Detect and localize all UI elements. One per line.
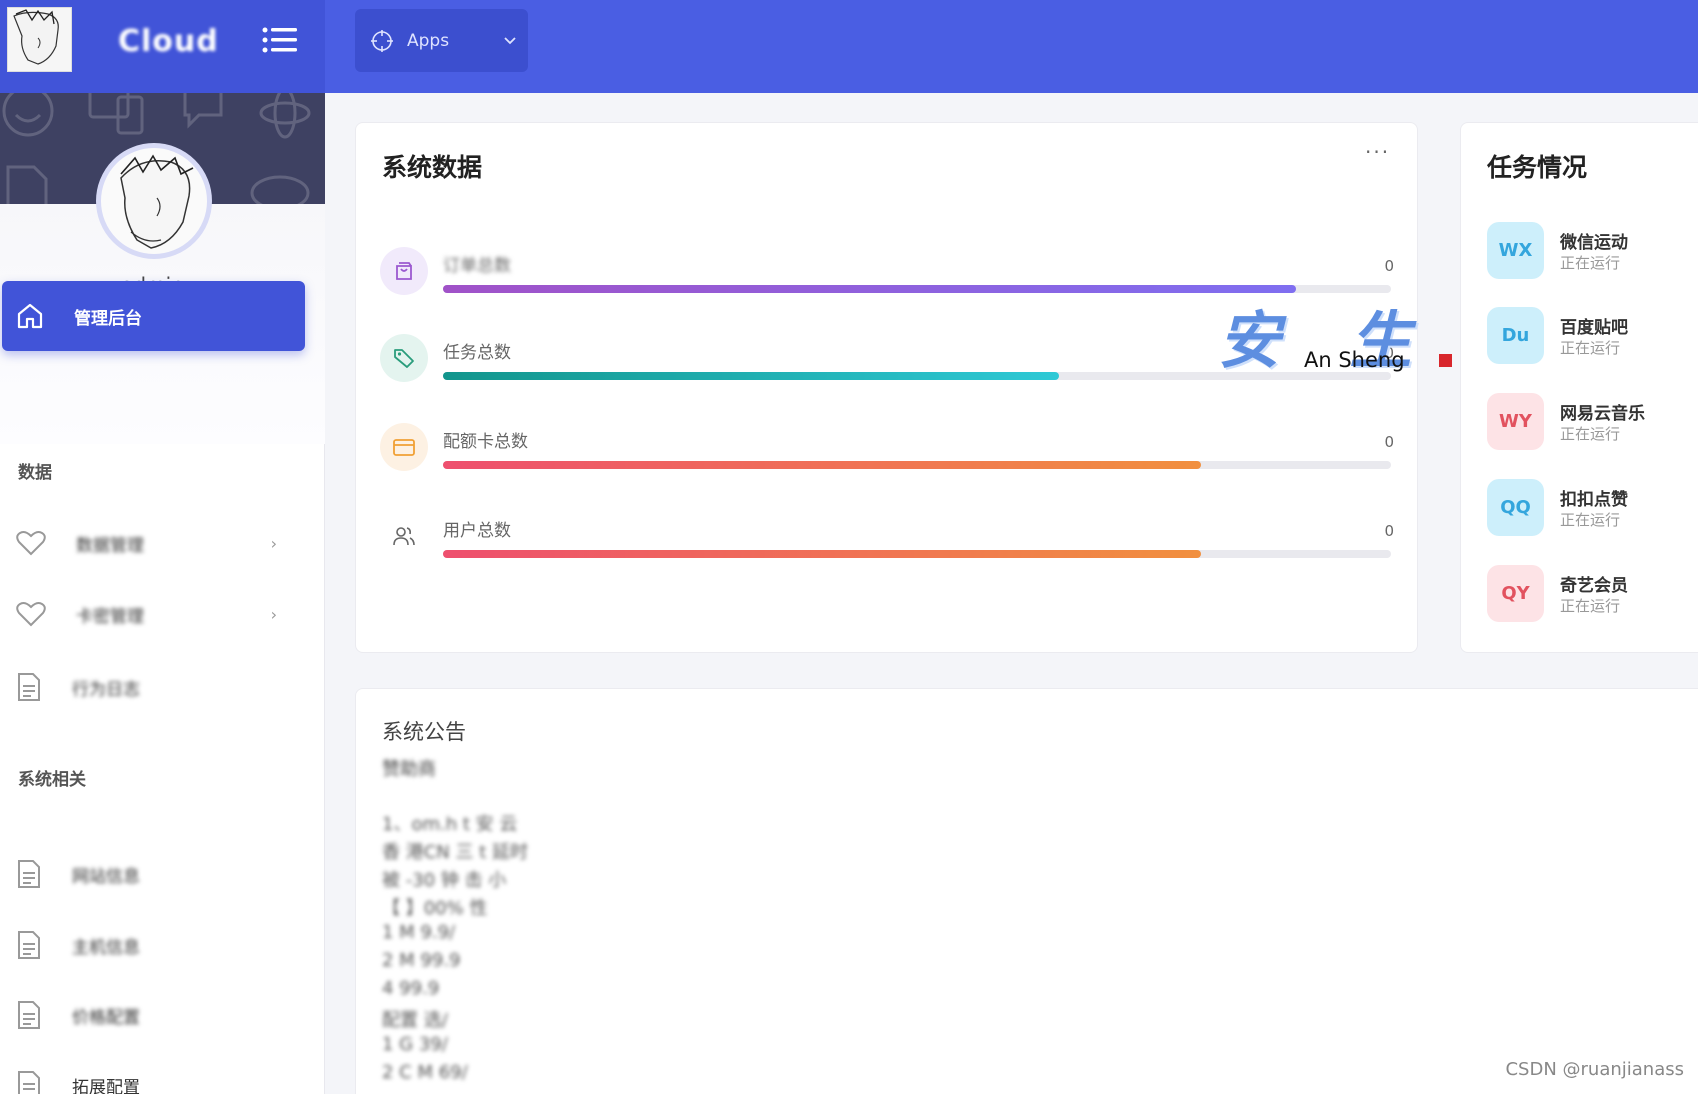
stat-progress-fill [443, 285, 1297, 293]
logo-area: Cloud [0, 0, 325, 93]
chevron-right-icon: › [270, 604, 277, 624]
card-icon [380, 423, 428, 471]
sidebar-section-system: 系统相关 [18, 770, 86, 790]
sidebar-item-label: 数据管理 [76, 535, 144, 556]
apps-label: Apps [407, 30, 450, 51]
system-data-title: 系统数据 [382, 153, 483, 182]
stat-row: 用户总数 0 [380, 512, 1395, 572]
notice-line: 1、om.h t 安 云 [382, 814, 518, 835]
stat-progress-track [443, 550, 1391, 558]
task-name: 网易云音乐 [1560, 404, 1645, 424]
notice-line: 香 港CN 三 t 延时 [382, 842, 528, 863]
task-status: 正在运行 [1560, 339, 1621, 357]
home-icon [17, 303, 43, 329]
stat-progress-fill [443, 372, 1060, 380]
chevron-right-icon: › [270, 533, 277, 553]
logo-image[interactable] [7, 7, 72, 72]
sidebar-item-price-config[interactable]: 价格配置 [0, 992, 305, 1038]
sidebar-item-label: 主机信息 [72, 937, 140, 958]
sidebar-item-behavior-log[interactable]: 行为日志 [0, 664, 305, 710]
tag-icon [380, 334, 428, 382]
stat-progress-track [443, 461, 1391, 469]
heart-icon [16, 602, 46, 627]
document-icon [18, 931, 40, 959]
stat-label: 订单总数 [443, 256, 511, 276]
task-item[interactable]: QY 奇艺会员 正在运行 [1487, 565, 1687, 623]
task-name: 百度贴吧 [1560, 318, 1628, 338]
users-icon [380, 512, 428, 560]
task-badge: WY [1487, 393, 1544, 450]
task-name: 微信运动 [1560, 233, 1628, 253]
heart-icon [16, 531, 46, 556]
bag-icon [380, 247, 428, 295]
sidebar-item-host-info[interactable]: 主机信息 [0, 922, 305, 968]
watermark-dot [1439, 354, 1452, 367]
stat-value: 0 [1384, 433, 1394, 451]
task-item[interactable]: Du 百度贴吧 正在运行 [1487, 307, 1687, 365]
notice-line: 【 】00% 性 [382, 898, 488, 919]
stat-label: 任务总数 [443, 343, 511, 363]
sidebar-item-data-management[interactable]: 数据管理 › [0, 520, 305, 566]
csdn-credit: CSDN @ruanjianass [1505, 1059, 1684, 1080]
task-name: 扣扣点赞 [1560, 490, 1628, 510]
document-icon [18, 1071, 40, 1094]
task-item[interactable]: WX 微信运动 正在运行 [1487, 222, 1687, 280]
brand-name: Cloud [118, 24, 219, 59]
sidebar-item-label: 管理后台 [74, 308, 142, 329]
sidebar-section-data: 数据 [18, 463, 52, 483]
sidebar-item-card-management[interactable]: 卡密管理 › [0, 591, 305, 637]
document-icon [18, 1001, 40, 1029]
task-status: 正在运行 [1560, 254, 1621, 272]
notice-line: 被 -30 钟 击 小 [382, 870, 507, 891]
watermark: 安 生 An Sheng [1218, 290, 1452, 380]
sidebar-item-label: 卡密管理 [76, 606, 144, 627]
task-badge: QQ [1487, 479, 1544, 536]
stat-progress-fill [443, 550, 1202, 558]
task-badge: Du [1487, 307, 1544, 364]
task-badge: WX [1487, 222, 1544, 279]
sidebar-item-label: 行为日志 [72, 679, 140, 700]
notice-line: 1 M 9.9/ [382, 922, 456, 943]
stat-row: 配额卡总数 0 [380, 423, 1395, 483]
notice-line: 2 C M 69/ [382, 1062, 468, 1083]
task-status: 正在运行 [1560, 425, 1621, 443]
sidebar-item-extension-config[interactable]: 拓展配置 [0, 1062, 305, 1094]
stat-label: 用户总数 [443, 521, 511, 541]
task-status-title: 任务情况 [1487, 153, 1588, 182]
notice-line: 2 M 99.9 [382, 950, 461, 971]
sidebar-item-site-info[interactable]: 网站信息 [0, 851, 305, 897]
task-item[interactable]: QQ 扣扣点赞 正在运行 [1487, 479, 1687, 537]
task-badge: QY [1487, 565, 1544, 622]
stat-value: 0 [1384, 257, 1394, 275]
sidebar-item-label: 价格配置 [72, 1007, 140, 1028]
apps-dropdown[interactable]: Apps [355, 9, 528, 72]
notice-line: 1 G 39/ [382, 1034, 448, 1055]
notice-line: 4 99.9 [382, 978, 440, 999]
task-status: 正在运行 [1560, 597, 1621, 615]
sidebar-item-label: 网站信息 [72, 866, 140, 887]
task-name: 奇艺会员 [1560, 576, 1628, 596]
stat-label: 配额卡总数 [443, 432, 528, 452]
task-status: 正在运行 [1560, 511, 1621, 529]
document-icon [18, 673, 40, 701]
notice-card [355, 688, 1698, 1094]
top-bar [325, 0, 1698, 93]
menu-toggle-icon[interactable] [262, 25, 298, 55]
sidebar-item-label: 拓展配置 [72, 1077, 140, 1094]
chevron-down-icon [504, 36, 516, 44]
notice-title: 系统公告 [382, 720, 466, 744]
notice-line: 配置 选/ [382, 1010, 448, 1031]
document-icon [18, 860, 40, 888]
stat-progress-fill [443, 461, 1202, 469]
task-item[interactable]: WY 网易云音乐 正在运行 [1487, 393, 1687, 451]
watermark-en: An Sheng [1304, 348, 1405, 372]
notice-subtitle: 赞助商 [382, 759, 436, 780]
stat-value: 0 [1384, 522, 1394, 540]
crosshair-icon [371, 29, 393, 52]
user-avatar[interactable] [96, 143, 212, 259]
sidebar-item-dashboard[interactable]: 管理后台 [2, 281, 305, 351]
